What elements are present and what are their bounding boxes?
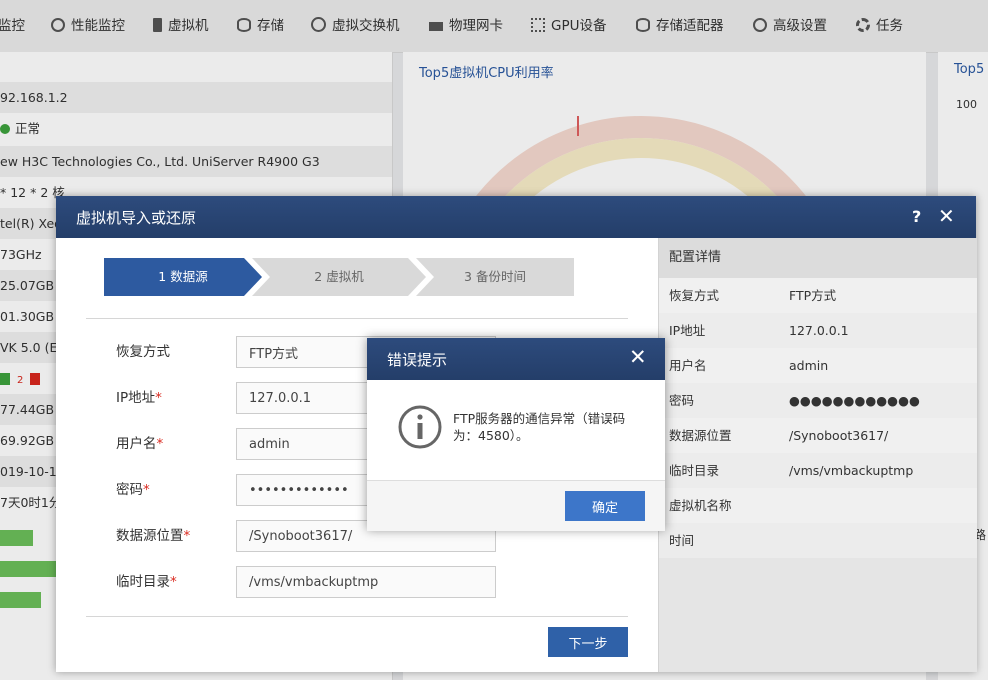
next-step-button[interactable]: 下一步 — [548, 627, 628, 657]
close-icon[interactable]: ✕ — [629, 345, 647, 369]
form-label-restore-method: 恢复方式 — [116, 344, 170, 360]
close-icon[interactable]: ✕ — [938, 204, 955, 228]
form-label-data-source-path: 数据源位置* — [116, 528, 191, 544]
error-dialog-header: 错误提示 ✕ — [367, 338, 665, 380]
detail-row: 时间 — [659, 523, 977, 558]
divider — [86, 616, 628, 617]
divider — [86, 318, 628, 319]
form-label-temp-dir: 临时目录* — [116, 574, 177, 590]
form-label-username: 用户名* — [116, 436, 164, 452]
form-label-password: 密码* — [116, 482, 150, 498]
error-dialog: 错误提示 ✕ FTP服务器的通信异常（错误码为：4580）。 确定 — [367, 338, 665, 531]
step-virtual-machine[interactable]: 2 虚拟机 — [252, 258, 426, 296]
detail-row: IP地址 127.0.0.1 — [659, 313, 977, 348]
step-backup-time[interactable]: 3 备份时间 — [416, 258, 574, 296]
detail-row: 密码 ●●●●●●●●●●●● — [659, 383, 977, 418]
detail-row: 虚拟机名称 — [659, 488, 977, 523]
error-dialog-footer: 确定 — [367, 480, 665, 531]
config-details-title: 配置详情 — [659, 238, 977, 278]
detail-row: 数据源位置/Synoboot3617/ — [659, 418, 977, 453]
info-icon — [398, 405, 442, 449]
detail-row: 恢复方式 FTP方式 — [659, 278, 977, 313]
form-label-ip: IP地址* — [116, 390, 162, 406]
config-details-panel: 配置详情 恢复方式 FTP方式 IP地址 127.0.0.1 用户名 admin 密码… — [658, 238, 977, 672]
error-dialog-title: 错误提示 — [387, 351, 448, 369]
confirm-button[interactable]: 确定 — [565, 491, 645, 521]
detail-row: 临时目录/vms/vmbackuptmp — [659, 453, 977, 488]
dialog-header: 虚拟机导入或还原 ? ✕ — [56, 196, 976, 238]
error-message: FTP服务器的通信异常（错误码为：4580）。 — [453, 411, 626, 443]
temp-directory-field[interactable] — [236, 566, 496, 598]
help-icon[interactable]: ? — [912, 207, 921, 226]
dialog-title: 虚拟机导入或还原 — [76, 209, 197, 227]
step-data-source[interactable]: 1 数据源 — [104, 258, 262, 296]
detail-row: 用户名 admin — [659, 348, 977, 383]
